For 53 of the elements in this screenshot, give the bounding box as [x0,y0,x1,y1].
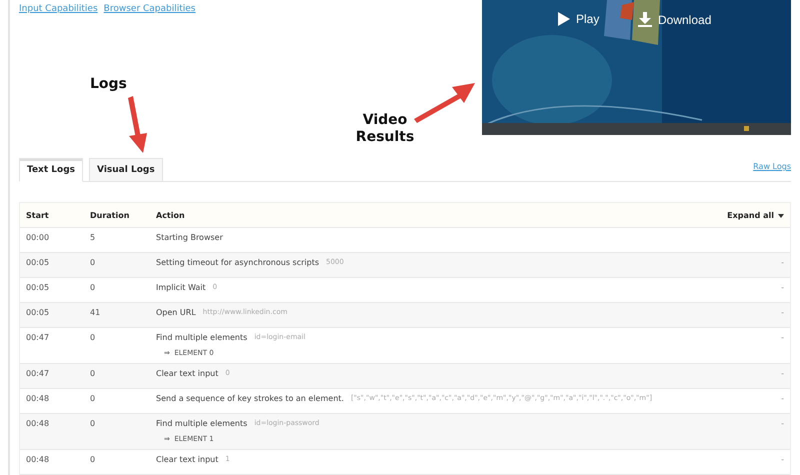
annotation-label: Logs [90,76,127,93]
arrow-icon [126,96,148,154]
download-icon [638,12,652,27]
download-button[interactable]: Download [638,12,712,27]
action-text: Clear text input [156,455,218,464]
start-cell-text: 00:00 [26,232,50,242]
expand-all-button[interactable]: Expand all [727,203,784,220]
row-toggle[interactable]: - [781,450,784,464]
start-cell-text: 00:47 [26,332,50,342]
action-text: Starting Browser [156,233,223,242]
duration-cell-text: 0 [90,257,96,267]
duration-cell-text: 0 [90,418,96,428]
action-text: Find multiple elements [156,333,248,342]
start-cell-text: 00:47 [26,368,50,378]
log-tab[interactable]: Visual Logs [89,158,163,182]
duration-cell-text: 5 [90,232,96,242]
row-toggle[interactable]: - [781,364,784,378]
action-text: Clear text input [156,369,218,378]
row-toggle[interactable]: - [781,328,784,342]
column-header: Duration [90,210,130,220]
start-cell-text: 00:48 [26,418,50,428]
capabilities-link[interactable]: Input Capabilities [19,4,98,14]
log-tab[interactable]: Text Logs [19,158,84,182]
play-icon [558,12,570,26]
start-cell-text: 00:05 [26,282,50,292]
row-toggle[interactable]: - [781,389,784,403]
action-text: Open URL [156,308,196,317]
start-cell-text: 00:05 [26,257,50,267]
column-header: Action [156,210,186,220]
duration-cell-text: 0 [90,282,96,292]
action-text: Send a sequence of key strokes to an element. [156,394,344,403]
capabilities-link[interactable]: Browser Capabilities [104,4,196,14]
play-button[interactable]: Play [558,12,600,26]
duration-cell-text: 0 [90,393,96,403]
action-text: Setting timeout for asynchronous scripts [156,258,320,267]
duration-cell-text: 0 [90,368,96,378]
arrow-icon [414,83,476,123]
row-toggle[interactable]: - [781,414,784,428]
row-toggle[interactable]: - [781,303,784,317]
action-text: Implicit Wait [156,283,206,292]
action-text: Find multiple elements [156,419,248,428]
duration-cell-text: 41 [90,307,102,317]
start-cell-text: 00:05 [26,307,50,317]
caret-icon [778,214,784,218]
annotation-label: Video Results [354,112,416,146]
row-toggle[interactable]: - [781,253,784,267]
start-cell-text: 00:48 [26,393,50,403]
raw-logs-link[interactable]: Raw Logs [753,162,791,171]
duration-cell-text: 0 [90,332,96,342]
row-toggle[interactable]: - [781,278,784,292]
column-header: Start [26,210,50,220]
start-cell-text: 00:48 [26,454,50,464]
duration-cell-text: 0 [90,454,96,464]
